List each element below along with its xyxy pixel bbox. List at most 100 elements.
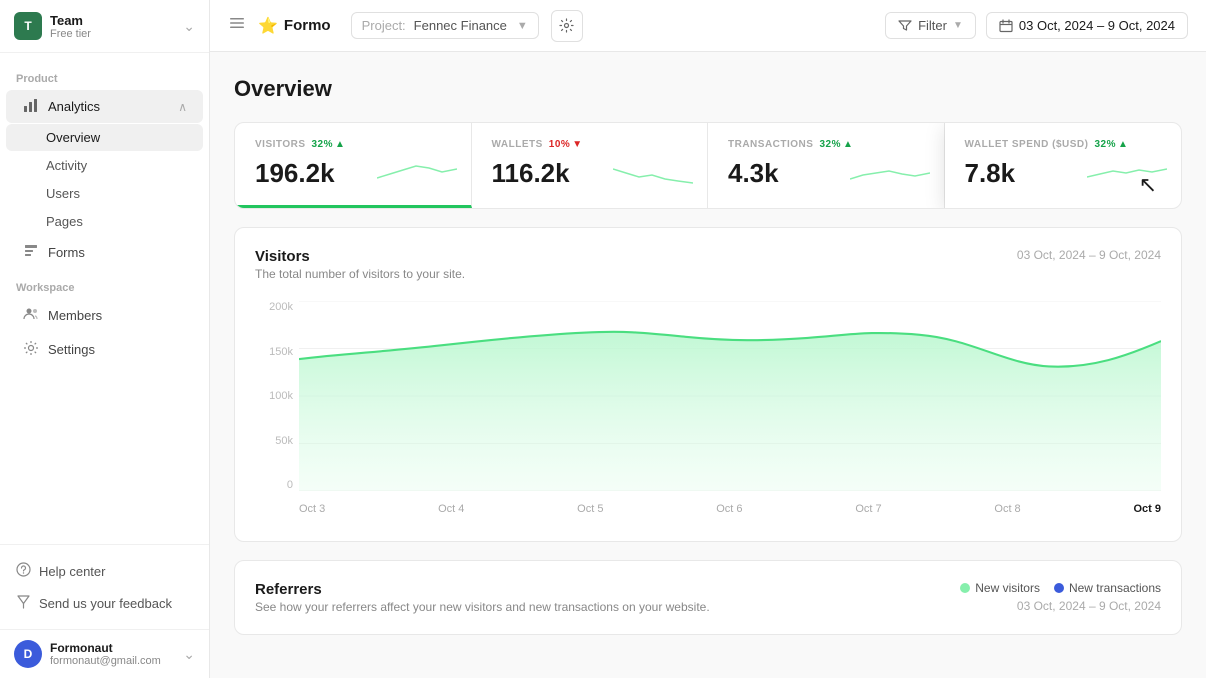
analytics-icon (22, 97, 40, 116)
sidebar-toggle-icon[interactable] (228, 14, 246, 37)
sidebar-header: T Team Free tier ⌄ (0, 0, 209, 53)
sidebar-item-members[interactable]: Members (6, 299, 203, 332)
visitors-chart-section: Visitors The total number of visitors to… (234, 227, 1182, 542)
wallets-label: WALLETS 10% ▼ (492, 139, 688, 150)
transactions-sparkline (850, 159, 930, 192)
sidebar-item-forms[interactable]: Forms (6, 236, 203, 269)
x-label-oct4: Oct 4 (438, 503, 464, 515)
user-footer[interactable]: D Formonaut formonaut@gmail.com ⌄ (0, 629, 209, 678)
referrers-date: 03 Oct, 2024 – 9 Oct, 2024 (960, 599, 1161, 613)
workspace-section-label: Workspace (0, 270, 209, 298)
help-center-item[interactable]: Help center (0, 555, 209, 587)
wallets-badge: 10% ▼ (549, 139, 583, 150)
sidebar-item-settings[interactable]: Settings (6, 333, 203, 366)
legend-transactions-label: New transactions (1069, 581, 1161, 595)
y-label-50k: 50k (275, 435, 293, 447)
feedback-item[interactable]: Send us your feedback (0, 587, 209, 619)
x-label-oct3: Oct 3 (299, 503, 325, 515)
sidebar-item-pages[interactable]: Pages (6, 208, 203, 235)
x-label-oct7: Oct 7 (855, 503, 881, 515)
filter-label: Filter (918, 18, 947, 33)
help-label: Help center (39, 564, 105, 579)
sidebar-item-analytics[interactable]: Analytics ∧ (6, 90, 203, 123)
referrers-header: Referrers See how your referrers affect … (255, 581, 1161, 614)
filter-button[interactable]: Filter ▼ (885, 12, 976, 39)
legend-dot-transactions (1054, 583, 1064, 593)
settings-label: Settings (48, 342, 95, 357)
wallet-spend-sparkline (1087, 159, 1167, 192)
transactions-label: TRANSACTIONS 32% ▲ (728, 139, 924, 150)
y-label-100k: 100k (269, 390, 293, 402)
date-range-text: 03 Oct, 2024 – 9 Oct, 2024 (1019, 18, 1175, 33)
forms-label: Forms (48, 245, 85, 260)
filter-icon (898, 19, 912, 33)
x-label-oct6: Oct 6 (716, 503, 742, 515)
referrers-subtitle: See how your referrers affect your new v… (255, 600, 710, 614)
activity-label: Activity (46, 158, 87, 173)
chart-header: Visitors The total number of visitors to… (255, 248, 1161, 297)
feedback-icon (16, 594, 31, 612)
sidebar-item-users[interactable]: Users (6, 180, 203, 207)
project-selector[interactable]: Project: Fennec Finance ▼ (351, 12, 539, 39)
chart-wrapper: 200k 150k 100k 50k 0 (255, 301, 1161, 521)
logo: ⭐ Formo (258, 16, 331, 36)
team-avatar: T (14, 12, 42, 40)
main-area: ⭐ Formo Project: Fennec Finance ▼ Filter… (210, 0, 1206, 678)
x-label-oct9: Oct 9 (1133, 503, 1161, 515)
y-label-200k: 200k (269, 301, 293, 313)
x-label-oct8: Oct 8 (994, 503, 1020, 515)
wallets-sparkline (613, 159, 693, 192)
x-label-oct5: Oct 5 (577, 503, 603, 515)
calendar-icon (999, 19, 1013, 33)
user-name: Formonaut (50, 641, 175, 655)
referrers-right: New visitors New transactions 03 Oct, 20… (960, 581, 1161, 613)
chart-date: 03 Oct, 2024 – 9 Oct, 2024 (1017, 248, 1161, 262)
team-chevron-icon[interactable]: ⌄ (183, 18, 195, 35)
referrers-legend: New visitors New transactions (960, 581, 1161, 595)
project-chevron-icon: ▼ (517, 20, 528, 32)
stat-card-transactions: TRANSACTIONS 32% ▲ 4.3k (708, 123, 945, 208)
content-area: Overview VISITORS 32% ▲ 196.2k (210, 52, 1206, 678)
chart-y-labels: 200k 150k 100k 50k 0 (255, 301, 293, 491)
logo-icon: ⭐ (258, 16, 278, 36)
stat-card-wallets: WALLETS 10% ▼ 116.2k (472, 123, 709, 208)
sidebar-footer: Help center Send us your feedback (0, 544, 209, 629)
referrers-section: Referrers See how your referrers affect … (234, 560, 1182, 635)
forms-icon (22, 243, 40, 262)
project-settings-button[interactable] (551, 10, 583, 42)
pages-label: Pages (46, 214, 83, 229)
product-section-label: Product (0, 61, 209, 89)
team-name: Team (50, 13, 91, 28)
visitors-badge: 32% ▲ (312, 139, 346, 150)
feedback-label: Send us your feedback (39, 596, 172, 611)
user-chevron-icon: ⌄ (183, 646, 195, 663)
legend-dot-visitors (960, 583, 970, 593)
team-tier: Free tier (50, 28, 91, 40)
analytics-chevron-icon: ∧ (178, 100, 187, 114)
page-title: Overview (234, 76, 1182, 102)
legend-new-transactions: New transactions (1054, 581, 1161, 595)
filter-chevron-icon: ▼ (953, 20, 963, 31)
transactions-badge: 32% ▲ (819, 139, 853, 150)
help-icon (16, 562, 31, 580)
visitors-label: VISITORS 32% ▲ (255, 139, 451, 150)
topbar: ⭐ Formo Project: Fennec Finance ▼ Filter… (210, 0, 1206, 52)
gear-icon (559, 18, 574, 33)
chart-x-labels: Oct 3 Oct 4 Oct 5 Oct 6 Oct 7 Oct 8 Oct … (299, 497, 1161, 521)
overview-label: Overview (46, 130, 100, 145)
sidebar-item-activity[interactable]: Activity (6, 152, 203, 179)
members-label: Members (48, 308, 102, 323)
stat-card-wallet-spend: WALLET SPEND ($USD) 32% ▲ 7.8k ↖ (945, 123, 1182, 208)
user-email: formonaut@gmail.com (50, 655, 175, 667)
referrers-title-group: Referrers See how your referrers affect … (255, 581, 710, 614)
team-selector[interactable]: T Team Free tier (14, 12, 91, 40)
date-range-selector[interactable]: 03 Oct, 2024 – 9 Oct, 2024 (986, 12, 1188, 39)
user-info: Formonaut formonaut@gmail.com (50, 641, 175, 667)
wallet-spend-label: WALLET SPEND ($USD) 32% ▲ (965, 139, 1162, 150)
legend-new-visitors: New visitors (960, 581, 1040, 595)
y-label-150k: 150k (269, 346, 293, 358)
sidebar-item-overview[interactable]: Overview (6, 124, 203, 151)
members-icon (22, 306, 40, 325)
chart-subtitle: The total number of visitors to your sit… (255, 267, 465, 281)
users-label: Users (46, 186, 80, 201)
